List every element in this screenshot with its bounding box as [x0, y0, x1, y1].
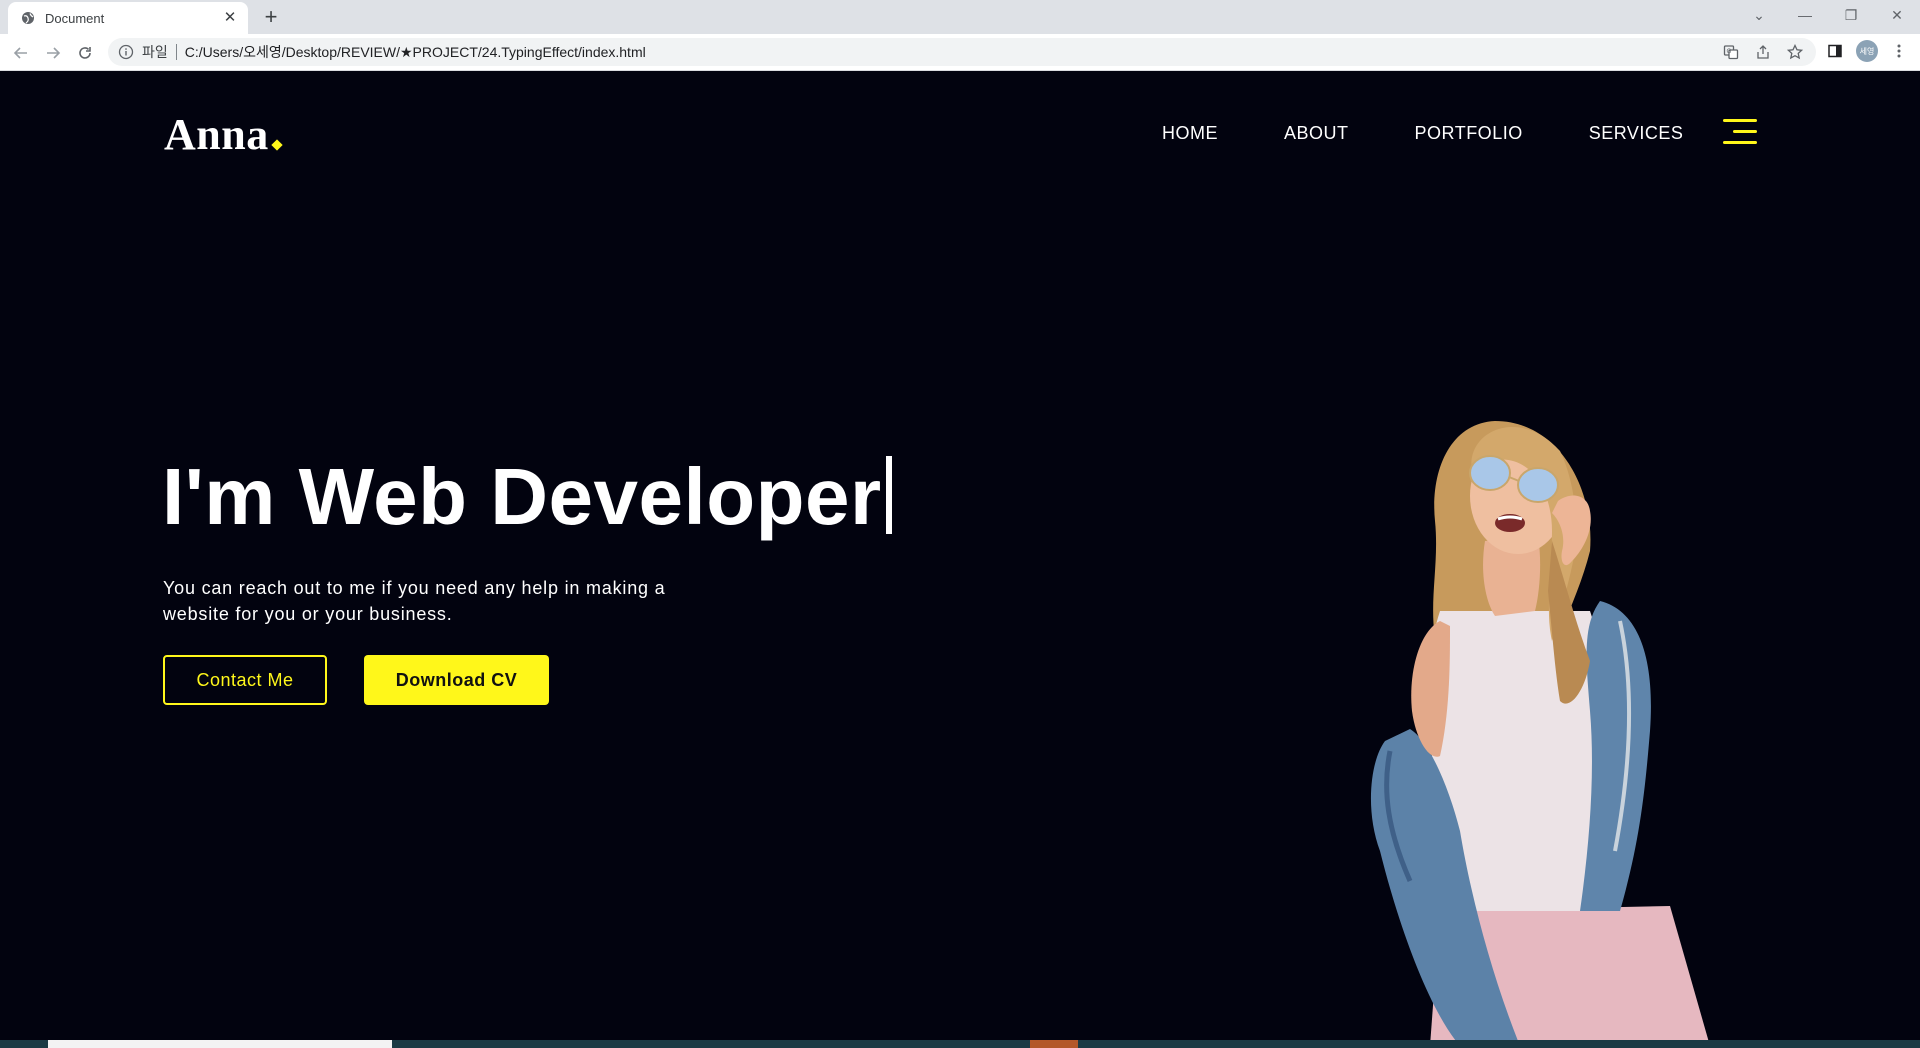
logo-text: Anna [164, 110, 269, 159]
hero-portrait-image [1371, 421, 1709, 1040]
svg-text:G: G [1727, 48, 1732, 55]
browser-toolbar: 파일 C:/Users/오세영/Desktop/REVIEW/★PROJECT/… [0, 34, 1920, 71]
restore-button[interactable]: ❐ [1828, 0, 1874, 30]
toolbar-actions: 세영 [1824, 40, 1910, 62]
main-nav: HOME ABOUT PORTFOLIO SERVICES [1162, 123, 1683, 144]
back-arrow-icon[interactable] [10, 42, 32, 64]
globe-icon [21, 11, 35, 25]
hero-headline: I'm Web Developer [162, 451, 892, 543]
kebab-menu-icon[interactable] [1888, 40, 1910, 62]
translate-icon[interactable]: G [1720, 41, 1742, 63]
share-icon[interactable] [1752, 41, 1774, 63]
site-logo[interactable]: Anna [164, 109, 283, 160]
nav-portfolio[interactable]: PORTFOLIO [1415, 123, 1523, 144]
url-text[interactable]: C:/Users/오세영/Desktop/REVIEW/★PROJECT/24.… [185, 42, 646, 62]
omnibox-actions: G [1720, 38, 1806, 66]
new-tab-button[interactable]: + [260, 6, 282, 28]
side-panel-icon[interactable] [1824, 40, 1846, 62]
reload-icon[interactable] [74, 42, 96, 64]
tab-search-icon[interactable]: ⌄ [1736, 0, 1782, 30]
nav-services[interactable]: SERVICES [1589, 123, 1684, 144]
tab-title: Document [45, 10, 105, 26]
download-cv-button[interactable]: Download CV [364, 655, 549, 705]
taskbar-app-window[interactable] [48, 1040, 392, 1048]
address-bar[interactable]: 파일 C:/Users/오세영/Desktop/REVIEW/★PROJECT/… [108, 38, 1816, 66]
scheme-divider [175, 44, 177, 60]
info-icon[interactable] [118, 44, 134, 60]
typed-text: I'm Web Developer [162, 452, 882, 541]
close-tab-icon[interactable]: ✕ [222, 10, 238, 26]
os-taskbar [0, 1040, 1920, 1048]
close-window-button[interactable]: ✕ [1874, 0, 1920, 30]
window-controls: ⌄ — ❐ ✕ [1736, 0, 1920, 34]
profile-avatar[interactable]: 세영 [1856, 40, 1878, 62]
logo-dot-icon [271, 139, 283, 151]
browser-tab-strip: Document ✕ + ⌄ — ❐ ✕ [0, 0, 1920, 34]
contact-me-button[interactable]: Contact Me [163, 655, 327, 705]
hero-description: You can reach out to me if you need any … [163, 578, 666, 624]
forward-arrow-icon[interactable] [42, 42, 64, 64]
hamburger-menu-icon[interactable] [1723, 119, 1757, 145]
typing-caret [885, 456, 892, 534]
nav-home[interactable]: HOME [1162, 123, 1218, 144]
nav-about[interactable]: ABOUT [1284, 123, 1349, 144]
minimize-button[interactable]: — [1782, 0, 1828, 30]
taskbar-app-icon[interactable] [1030, 1040, 1078, 1048]
browser-tab[interactable]: Document ✕ [8, 2, 248, 34]
scheme-label: 파일 [142, 44, 168, 60]
page-viewport: Anna HOME ABOUT PORTFOLIO SERVICES I'm W… [0, 71, 1920, 1040]
bookmark-star-icon[interactable] [1784, 41, 1806, 63]
